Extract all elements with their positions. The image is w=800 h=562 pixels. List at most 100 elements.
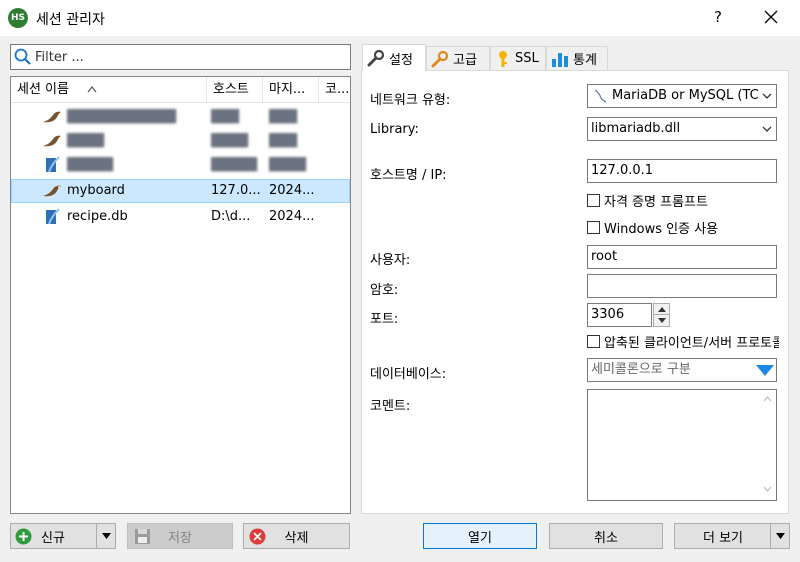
cancel-button[interactable]: 취소 bbox=[549, 523, 663, 549]
windows-auth-label: Windows 인증 사용 bbox=[604, 221, 719, 237]
port-decrement-button[interactable] bbox=[654, 315, 669, 326]
session-row[interactable]: ████ ████ ███ bbox=[11, 129, 350, 153]
library-value: libmariadb.dll bbox=[591, 121, 681, 136]
host-label: 호스트명 / IP: bbox=[370, 168, 447, 183]
column-header-comment[interactable]: 코... bbox=[319, 77, 350, 103]
filter-input[interactable]: Filter ... bbox=[10, 44, 351, 70]
database-select[interactable]: 세미콜론으로 구분 bbox=[587, 358, 777, 382]
session-name: myboard bbox=[67, 183, 125, 198]
port-stepper[interactable] bbox=[653, 303, 670, 327]
tab-advanced-label: 고급 bbox=[453, 53, 477, 68]
session-host: ███ bbox=[211, 109, 239, 124]
sqlite-icon bbox=[46, 156, 60, 173]
session-host: 127.0... bbox=[211, 183, 261, 198]
tab-settings[interactable]: 설정 bbox=[362, 44, 426, 71]
session-name: █████ bbox=[67, 157, 113, 172]
mariadb-icon bbox=[43, 135, 61, 147]
session-last-connect: ████ bbox=[269, 157, 306, 172]
new-button-label: 신규 bbox=[41, 530, 65, 546]
mariadb-icon bbox=[43, 111, 61, 123]
session-row[interactable]: ████████████ ███ ███ bbox=[11, 105, 350, 129]
database-placeholder: 세미콜론으로 구분 bbox=[591, 362, 691, 377]
checkbox-box[interactable] bbox=[587, 220, 600, 234]
port-input[interactable]: 3306 bbox=[587, 303, 652, 327]
network-type-label: 네트워크 유형: bbox=[370, 93, 451, 108]
windows-auth-checkbox[interactable]: Windows 인증 사용 bbox=[587, 218, 779, 236]
save-button[interactable]: 저장 bbox=[127, 523, 233, 549]
more-button-label: 더 보기 bbox=[702, 530, 743, 546]
sort-ascending-icon bbox=[87, 86, 97, 93]
library-select[interactable]: libmariadb.dll bbox=[587, 117, 777, 141]
session-list-header: 세션 이름 호스트 마지... 코... bbox=[11, 77, 350, 103]
search-icon bbox=[14, 48, 31, 65]
open-button[interactable]: 열기 bbox=[423, 523, 537, 549]
chevron-down-icon bbox=[658, 318, 666, 323]
filter-placeholder: Filter ... bbox=[35, 50, 84, 65]
bar-chart-icon bbox=[552, 52, 568, 67]
checkbox-box[interactable] bbox=[587, 334, 600, 348]
window-title: 세션 관리자 bbox=[36, 12, 105, 28]
session-row[interactable]: █████ █████ ████ bbox=[11, 153, 350, 177]
session-row-selected[interactable]: myboard 127.0... 2024... bbox=[11, 179, 350, 203]
help-button[interactable]: ? bbox=[708, 8, 728, 26]
tab-settings-label: 설정 bbox=[389, 52, 413, 68]
more-button[interactable]: 더 보기 bbox=[674, 523, 790, 549]
column-header-host[interactable]: 호스트 bbox=[207, 77, 263, 103]
tab-ssl-label: SSL bbox=[515, 51, 539, 66]
chevron-down-icon bbox=[762, 93, 772, 99]
wrench-orange-icon bbox=[431, 50, 449, 67]
checkbox-box[interactable] bbox=[587, 193, 600, 207]
save-disk-icon bbox=[135, 529, 150, 544]
mariadb-icon bbox=[43, 185, 61, 197]
host-input[interactable]: 127.0.0.1 bbox=[587, 159, 777, 183]
network-type-select[interactable]: MariaDB or MySQL (TC bbox=[587, 84, 777, 108]
close-button[interactable] bbox=[756, 4, 786, 30]
session-host: ████ bbox=[211, 133, 248, 148]
scroll-up-icon[interactable] bbox=[763, 396, 772, 402]
session-list[interactable]: 세션 이름 호스트 마지... 코... ████████████ ███ ██… bbox=[10, 76, 351, 514]
app-logo-icon: HS bbox=[8, 8, 28, 28]
dropdown-arrow-icon[interactable] bbox=[756, 365, 774, 376]
column-header-session-name[interactable]: 세션 이름 bbox=[11, 77, 207, 103]
prompt-credentials-label: 자격 증명 프롬프트 bbox=[604, 194, 708, 210]
delete-icon bbox=[249, 528, 266, 545]
tab-advanced[interactable]: 고급 bbox=[426, 46, 490, 70]
scroll-down-icon[interactable] bbox=[763, 486, 772, 492]
dropdown-arrow-icon[interactable] bbox=[102, 533, 111, 539]
open-button-label: 열기 bbox=[468, 530, 492, 546]
session-row[interactable]: recipe.db D:\d... 2024... bbox=[11, 205, 350, 229]
session-host: █████ bbox=[211, 157, 257, 172]
chevron-down-icon bbox=[762, 126, 772, 132]
wrench-icon bbox=[367, 49, 385, 67]
password-label: 암호: bbox=[370, 283, 399, 298]
comment-textarea[interactable] bbox=[587, 389, 777, 501]
chevron-up-icon bbox=[658, 307, 666, 312]
new-session-button[interactable]: 신규 bbox=[10, 523, 116, 549]
library-label: Library: bbox=[370, 122, 419, 137]
session-name: ████ bbox=[67, 133, 104, 148]
dropdown-arrow-icon[interactable] bbox=[776, 533, 785, 539]
prompt-credentials-checkbox[interactable]: 자격 증명 프롬프트 bbox=[587, 191, 779, 209]
network-type-value: MariaDB or MySQL (TC bbox=[612, 88, 759, 103]
delete-button[interactable]: 삭제 bbox=[243, 523, 350, 549]
password-input[interactable] bbox=[587, 274, 777, 298]
delete-button-label: 삭제 bbox=[284, 530, 309, 546]
user-input[interactable]: root bbox=[587, 245, 777, 269]
tab-stats[interactable]: 통계 bbox=[546, 46, 608, 70]
port-increment-button[interactable] bbox=[654, 304, 669, 315]
compressed-protocol-label: 압축된 클라이언트/서버 프로토콜 bbox=[604, 335, 779, 351]
mariadb-icon bbox=[594, 89, 607, 103]
session-name: recipe.db bbox=[67, 209, 128, 224]
settings-panel: 네트워크 유형: MariaDB or MySQL (TC Library: l… bbox=[361, 70, 789, 514]
compressed-protocol-checkbox[interactable]: 압축된 클라이언트/서버 프로토콜 bbox=[587, 332, 779, 350]
comment-label: 코멘트: bbox=[370, 399, 411, 414]
tab-ssl[interactable]: SSL bbox=[490, 46, 546, 70]
save-button-label: 저장 bbox=[168, 530, 192, 546]
database-label: 데이터베이스: bbox=[370, 367, 447, 382]
title-bar: HS 세션 관리자 ? bbox=[0, 0, 800, 36]
sqlite-icon bbox=[46, 208, 60, 225]
comment-scrollbar[interactable] bbox=[759, 390, 776, 500]
add-icon bbox=[15, 528, 32, 545]
column-header-last-connect[interactable]: 마지... bbox=[263, 77, 319, 103]
close-icon bbox=[764, 10, 778, 24]
